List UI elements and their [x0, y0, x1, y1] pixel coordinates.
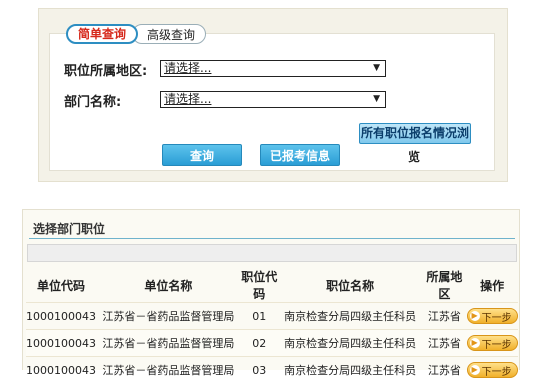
position-name-cell: 南京检查分局四级主任科员	[278, 330, 423, 357]
column-header: 单位代码	[26, 268, 96, 303]
region-cell: 江苏省	[423, 303, 467, 330]
unit-name-cell: 江苏省－省药品监督管理局	[96, 330, 241, 357]
next-step-button[interactable]: ▶ 下一步	[467, 308, 518, 324]
all-positions-status-button-tail[interactable]: 览	[408, 148, 420, 165]
arrow-right-circle-icon: ▶	[470, 338, 480, 348]
dept-section-title: 选择部门职位	[33, 220, 105, 237]
reported-info-button[interactable]: 已报考信息	[260, 144, 340, 166]
unit-name-cell: 江苏省－省药品监督管理局	[96, 303, 241, 330]
unit-code-cell: 1000100043	[26, 330, 96, 357]
positions-table: 单位代码 单位名称 职位代码 职位名称 所属地区 操作 1000100043 江…	[26, 268, 518, 383]
table-header-row: 单位代码 单位名称 职位代码 职位名称 所属地区 操作	[26, 268, 518, 303]
table-row: 1000100043 江苏省－省药品监督管理局 02 南京检查分局四级主任科员 …	[26, 330, 518, 357]
chevron-down-icon: ▼	[373, 92, 380, 107]
dept-label: 部门名称:	[64, 91, 121, 110]
tab-simple-query[interactable]: 简单查询	[66, 24, 138, 44]
next-step-button[interactable]: ▶ 下一步	[467, 335, 518, 351]
all-positions-status-button[interactable]: 所有职位报名情况浏	[359, 123, 471, 144]
dept-select-value: 请选择...	[164, 92, 211, 106]
tab-advanced-query[interactable]: 高级查询	[132, 24, 206, 44]
next-step-button[interactable]: ▶ 下一步	[467, 362, 518, 378]
position-code-cell: 02	[241, 330, 278, 357]
query-tabs: 简单查询 高级查询	[66, 24, 206, 44]
arrow-right-circle-icon: ▶	[470, 311, 480, 321]
toolbar-bar	[27, 244, 517, 262]
divider	[29, 238, 515, 239]
table-row: 1000100043 江苏省－省药品监督管理局 01 南京检查分局四级主任科员 …	[26, 303, 518, 330]
next-step-label: 下一步	[482, 309, 512, 324]
region-cell: 江苏省	[423, 330, 467, 357]
region-select-value: 请选择...	[164, 61, 211, 75]
column-header: 单位名称	[96, 268, 241, 303]
next-step-label: 下一步	[482, 336, 512, 351]
column-header: 操作	[466, 268, 518, 303]
position-code-cell: 01	[241, 303, 278, 330]
query-button[interactable]: 查询	[162, 144, 242, 166]
chevron-down-icon: ▼	[373, 61, 380, 76]
column-header: 职位代码	[241, 268, 278, 303]
column-header: 职位名称	[278, 268, 423, 303]
region-select[interactable]: 请选择... ▼	[160, 60, 386, 77]
action-cell: ▶ 下一步	[466, 303, 518, 330]
action-cell: ▶ 下一步	[466, 330, 518, 357]
position-name-cell: 南京检查分局四级主任科员	[278, 303, 423, 330]
arrow-right-circle-icon: ▶	[470, 365, 480, 375]
region-label: 职位所属地区:	[64, 60, 147, 79]
next-step-label: 下一步	[482, 363, 512, 378]
unit-code-cell: 1000100043	[26, 303, 96, 330]
column-header: 所属地区	[423, 268, 467, 303]
dept-positions-panel: 选择部门职位 单位代码 单位名称 职位代码 职位名称 所属地区 操作 10001…	[22, 209, 520, 370]
dept-select[interactable]: 请选择... ▼	[160, 91, 386, 108]
